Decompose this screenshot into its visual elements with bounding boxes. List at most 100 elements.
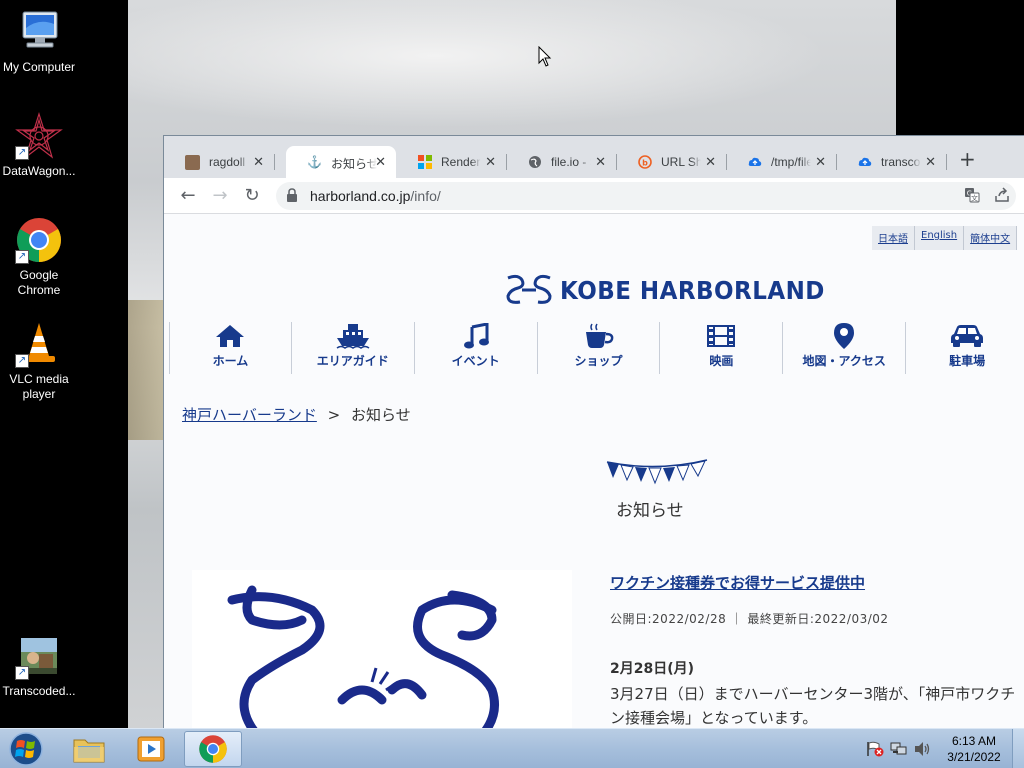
cloud-upload-icon <box>857 155 872 170</box>
share-icon[interactable] <box>994 187 1010 207</box>
tab-url-shortener[interactable]: b URL Sho ✕ <box>616 146 727 178</box>
breadcrumb-home-link[interactable]: 神戸ハーバーランド <box>182 406 317 424</box>
bunting-decoration-icon <box>606 459 708 485</box>
shortcut-arrow-icon: ↗ <box>15 354 29 368</box>
close-tab-icon[interactable]: ✕ <box>925 154 936 170</box>
lang-chinese-link[interactable]: 簡体中文 <box>964 226 1018 250</box>
nav-movies[interactable]: 映画 <box>660 322 784 374</box>
global-nav: ホーム エリアガイド イベント ショップ 映画 地図・アクセス 駐車場 <box>169 322 1024 374</box>
translate-icon[interactable]: G文 <box>964 187 980 207</box>
article-date-heading: 2月28日(月) <box>610 661 695 677</box>
map-pin-icon <box>783 322 905 350</box>
windows-logo-icon <box>417 155 432 170</box>
breadcrumb-separator: > <box>327 406 341 424</box>
desktop-icon-label: My Computer <box>2 60 76 74</box>
article-body: 3月27日（日）までハーバーセンター3階が、「神戸市ワクチ ン接種会場」となって… <box>610 685 1016 727</box>
tab-ragdoll[interactable]: ragdoll g ✕ <box>164 146 275 178</box>
lock-icon <box>287 188 297 202</box>
wallpaper-highlight <box>128 0 896 140</box>
back-arrow-icon[interactable]: ← <box>176 184 200 208</box>
section-title: お知らせ <box>616 501 684 521</box>
article-meta: 公開日:2022/02/28 ｜ 最終更新日:2022/03/02 <box>610 612 889 626</box>
mouse-cursor-icon <box>538 46 552 67</box>
close-tab-icon[interactable]: ✕ <box>253 154 264 170</box>
desktop-icon-google-chrome[interactable]: ↗ Google Chrome <box>0 216 79 298</box>
tab-oshirase[interactable]: ⚓ お知らせ ✕ <box>286 146 396 178</box>
breadcrumb-current: お知らせ <box>351 406 411 424</box>
breadcrumb: 神戸ハーバーランド > お知らせ <box>182 404 411 425</box>
desktop-icon-transcoded[interactable]: ↗ Transcoded... <box>0 632 79 699</box>
svg-text:文: 文 <box>971 194 978 203</box>
cloud-upload-icon <box>747 155 762 170</box>
site-logo[interactable]: KOBE HARBORLAND <box>504 272 848 308</box>
chrome-icon: ↗ <box>15 216 63 264</box>
taskbar-explorer[interactable] <box>60 731 118 767</box>
taskbar-chrome[interactable] <box>184 731 242 767</box>
desktop-icon-vlc[interactable]: ↗ VLC media player <box>0 320 79 402</box>
film-icon <box>660 322 782 350</box>
lang-japanese-link[interactable]: 日本語 <box>872 226 915 250</box>
media-player-icon <box>137 736 165 762</box>
tab-strip: ragdoll g ✕ ⚓ お知らせ ✕ Renderi ✕ file.io -… <box>164 136 1024 178</box>
start-button[interactable] <box>6 731 46 767</box>
desktop-icon-datawagon[interactable]: ↗ DataWagon... <box>0 111 79 179</box>
vlc-cone-icon: ↗ <box>15 320 63 368</box>
cat-photo-icon <box>185 155 200 170</box>
article-thumbnail[interactable] <box>192 570 572 728</box>
nav-parking[interactable]: 駐車場 <box>906 322 1024 374</box>
web-page: 日本語 English 簡体中文 KOBE HARBORLAND ホーム エリア… <box>164 214 1024 728</box>
ship-icon <box>292 322 414 350</box>
tab-file-io[interactable]: file.io - S ✕ <box>506 146 617 178</box>
tab-transcode[interactable]: transcod ✕ <box>836 146 947 178</box>
tab-tmp-file[interactable]: /tmp/file ✕ <box>726 146 837 178</box>
home-icon <box>170 322 291 350</box>
tab-rendering[interactable]: Renderi ✕ <box>396 146 507 178</box>
language-switcher: 日本語 English 簡体中文 <box>872 226 1018 250</box>
desktop-icon-label: VLC media player <box>9 372 69 401</box>
coffee-cup-icon <box>538 322 660 350</box>
show-desktop-button[interactable] <box>1012 729 1024 768</box>
chrome-icon <box>199 735 227 763</box>
address-bar[interactable]: harborland.co.jp/info/ G文 <box>276 182 1016 210</box>
bitly-icon: b <box>637 155 652 170</box>
nav-events[interactable]: イベント <box>415 322 538 374</box>
desktop-icon-label: Transcoded... <box>2 684 76 698</box>
close-tab-icon[interactable]: ✕ <box>485 154 496 170</box>
nav-area-guide[interactable]: エリアガイド <box>292 322 415 374</box>
reload-icon[interactable]: ↻ <box>240 184 264 208</box>
svg-text:b: b <box>642 159 648 168</box>
close-tab-icon[interactable]: ✕ <box>595 154 606 170</box>
transcoded-file-icon: ↗ <box>15 632 63 680</box>
car-icon <box>906 322 1024 350</box>
taskbar: 6:13 AM 3/21/2022 <box>0 728 1024 768</box>
lang-english-link[interactable]: English <box>915 226 965 250</box>
taskbar-media-player[interactable] <box>122 731 180 767</box>
close-tab-icon[interactable]: ✕ <box>375 154 386 170</box>
url-text: harborland.co.jp/info/ <box>310 188 441 204</box>
chrome-window: ragdoll g ✕ ⚓ お知らせ ✕ Renderi ✕ file.io -… <box>163 135 1024 728</box>
nav-shop[interactable]: ショップ <box>538 322 661 374</box>
desktop-icon-my-computer[interactable]: My Computer <box>0 8 79 75</box>
clock-date: 3/21/2022 <box>947 750 1001 764</box>
browser-toolbar: ← → ↻ harborland.co.jp/info/ G文 <box>164 178 1024 214</box>
shortcut-arrow-icon: ↗ <box>15 250 29 264</box>
volume-icon[interactable] <box>914 741 932 757</box>
network-icon[interactable] <box>890 741 908 757</box>
nav-map-access[interactable]: 地図・アクセス <box>783 322 907 374</box>
datawagon-icon: ↗ <box>15 111 63 160</box>
close-tab-icon[interactable]: ✕ <box>815 154 826 170</box>
music-note-icon <box>415 322 537 350</box>
action-center-flag-icon[interactable] <box>866 741 884 757</box>
clock-time: 6:13 AM <box>951 734 997 748</box>
new-tab-button[interactable]: + <box>959 149 976 169</box>
logo-text: KOBE HARBORLAND <box>560 275 825 305</box>
close-tab-icon[interactable]: ✕ <box>705 154 716 170</box>
folder-icon <box>73 739 105 763</box>
shortcut-arrow-icon: ↗ <box>15 146 29 160</box>
desktop-icon-label: Google Chrome <box>17 268 61 297</box>
article-title-link[interactable]: ワクチン接種券でお得サービス提供中 <box>610 572 865 593</box>
nav-home[interactable]: ホーム <box>169 322 292 374</box>
clock[interactable]: 6:13 AM 3/21/2022 <box>938 733 1010 765</box>
forward-arrow-icon[interactable]: → <box>208 184 232 208</box>
windows-orb-icon <box>9 732 43 766</box>
